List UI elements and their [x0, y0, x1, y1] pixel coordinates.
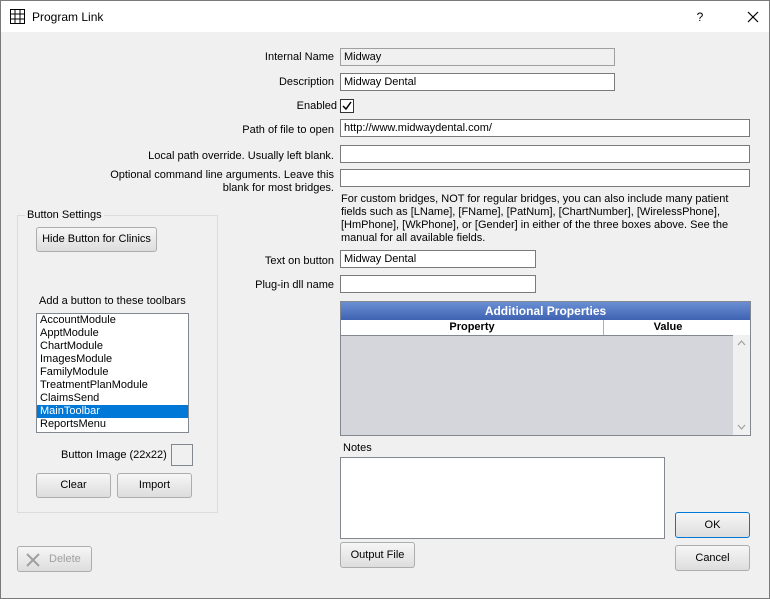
hide-button-for-clinics-button[interactable]: Hide Button for Clinics — [36, 227, 157, 252]
list-item[interactable]: AccountModule — [37, 314, 188, 327]
toolbars-list[interactable]: AccountModule ApptModule ChartModule Ima… — [36, 313, 189, 433]
notes-textarea[interactable] — [340, 457, 665, 539]
description-field[interactable]: Midway Dental — [340, 73, 615, 91]
grid-app-icon — [10, 9, 25, 24]
internal-name-label: Internal Name — [264, 51, 334, 63]
program-link-window: Program Link ? Internal Name Midway Desc… — [0, 0, 770, 599]
list-item[interactable]: ImagesModule — [37, 353, 188, 366]
checkmark-icon — [342, 101, 352, 111]
scroll-arrows-icon — [737, 340, 746, 430]
output-file-button[interactable]: Output File — [340, 542, 415, 568]
ok-button[interactable]: OK — [675, 512, 750, 538]
delete-x-icon — [26, 553, 40, 567]
enabled-checkbox[interactable] — [340, 99, 354, 113]
help-button[interactable]: ? — [691, 8, 709, 26]
plugin-dll-field[interactable] — [340, 275, 536, 293]
cmd-args-field[interactable] — [340, 169, 750, 187]
cmd-args-label: Optional command line arguments. Leave t… — [110, 169, 334, 194]
path-field[interactable]: http://www.midwaydental.com/ — [340, 119, 750, 137]
additional-properties-grid[interactable]: Additional Properties Property Value — [340, 301, 751, 436]
plugin-dll-label: Plug-in dll name — [255, 279, 334, 291]
title-bar: Program Link ? — [1, 1, 769, 32]
import-button[interactable]: Import — [117, 473, 192, 498]
close-icon[interactable] — [743, 7, 763, 27]
internal-name-field[interactable]: Midway — [340, 48, 615, 66]
list-item[interactable]: ClaimsSend — [37, 392, 188, 405]
list-item[interactable]: ReportsMenu — [37, 418, 188, 431]
enabled-label: Enabled — [296, 100, 337, 112]
delete-label: Delete — [49, 553, 81, 565]
clear-button[interactable]: Clear — [36, 473, 111, 498]
toolbars-label: Add a button to these toolbars — [39, 295, 186, 307]
list-item[interactable]: TreatmentPlanModule — [37, 379, 188, 392]
local-path-label: Local path override. Usually left blank. — [148, 150, 334, 162]
grid-title: Additional Properties — [341, 302, 750, 320]
button-image-label: Button Image (22x22) — [61, 449, 167, 461]
path-label: Path of file to open — [242, 124, 334, 136]
description-label: Description — [278, 76, 334, 88]
delete-button[interactable]: Delete — [17, 546, 92, 572]
button-settings-title: Button Settings — [25, 209, 104, 221]
bridge-note: For custom bridges, NOT for regular brid… — [341, 193, 729, 244]
list-item[interactable]: ChartModule — [37, 340, 188, 353]
text-on-button-label: Text on button — [264, 255, 334, 267]
button-image-preview — [171, 444, 193, 466]
text-on-button-field[interactable]: Midway Dental — [340, 250, 536, 268]
window-title: Program Link — [32, 10, 104, 24]
list-item[interactable]: FamilyModule — [37, 366, 188, 379]
local-path-field[interactable] — [340, 145, 750, 163]
notes-label: Notes — [343, 442, 372, 454]
list-item[interactable]: ApptModule — [37, 327, 188, 340]
property-column-header[interactable]: Property — [341, 320, 604, 335]
grid-scrollbar[interactable] — [733, 335, 750, 435]
cancel-button[interactable]: Cancel — [675, 545, 750, 571]
grid-header: Property Value — [341, 320, 750, 336]
list-item-selected[interactable]: MainToolbar — [37, 405, 188, 418]
value-column-header[interactable]: Value — [603, 320, 733, 335]
